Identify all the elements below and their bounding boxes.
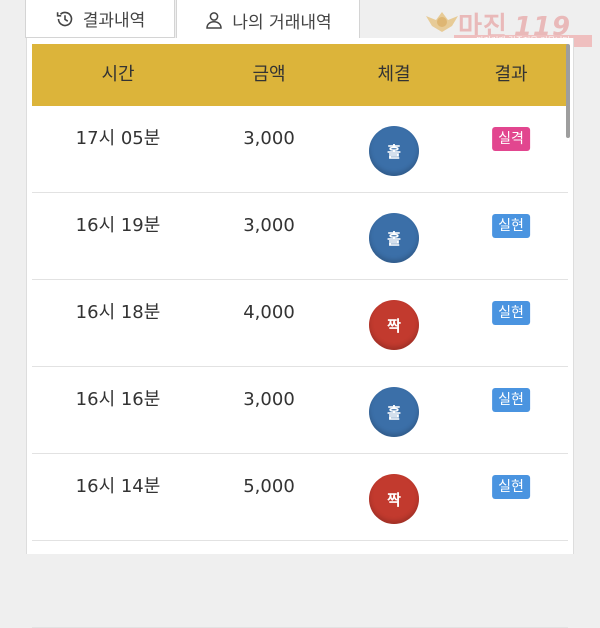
- pick-ball: 홀: [369, 387, 419, 437]
- history-icon: [55, 9, 75, 29]
- row-amount: 3,000: [243, 128, 295, 149]
- header-pick: 체결: [377, 64, 411, 85]
- pick-ball: 짝: [369, 300, 419, 350]
- header-result: 결과: [494, 64, 528, 85]
- tab-label: 결과내역: [82, 11, 146, 31]
- result-badge: 실현: [492, 388, 530, 412]
- row-amount: 4,000: [243, 302, 295, 323]
- result-badge: 실격: [492, 127, 530, 151]
- row-time: 16시 18분: [75, 302, 161, 323]
- result-badge: 실현: [492, 301, 530, 325]
- row-time: 17시 05분: [75, 128, 161, 149]
- user-icon: [204, 10, 224, 30]
- tab-my-trades[interactable]: 나의 거래내역: [176, 0, 360, 40]
- pick-ball: 홀: [369, 213, 419, 263]
- result-badge: 실현: [492, 214, 530, 238]
- header-time: 시간: [101, 64, 135, 85]
- pick-ball: 홀: [369, 126, 419, 176]
- row-amount: 5,000: [243, 476, 295, 497]
- result-badge: 실현: [492, 475, 530, 499]
- table-row: 17시 05분 3,000 홀 실격: [32, 107, 568, 193]
- table-row: 16시 16분 3,000 홀 실현: [32, 368, 568, 454]
- tab-label: 나의 거래내역: [232, 12, 332, 33]
- eagle-emblem-icon: [426, 12, 458, 32]
- row-time: 16시 14분: [75, 476, 161, 497]
- header-amount: 금액: [252, 64, 286, 85]
- row-amount: 3,000: [243, 389, 295, 410]
- table-header: 시간 금액 체결 결과: [32, 44, 568, 106]
- table-row: 16시 18분 4,000 짝 실현: [32, 281, 568, 367]
- row-time: 16시 19분: [75, 215, 161, 236]
- table-row: [32, 542, 568, 628]
- tab-results-history[interactable]: 결과내역: [25, 0, 175, 38]
- table-row: 16시 19분 3,000 홀 실현: [32, 194, 568, 280]
- row-amount: 3,000: [243, 215, 295, 236]
- row-time: 16시 16분: [75, 389, 161, 410]
- table-row: 16시 14분 5,000 짝 실현: [32, 455, 568, 541]
- pick-ball: 짝: [369, 474, 419, 524]
